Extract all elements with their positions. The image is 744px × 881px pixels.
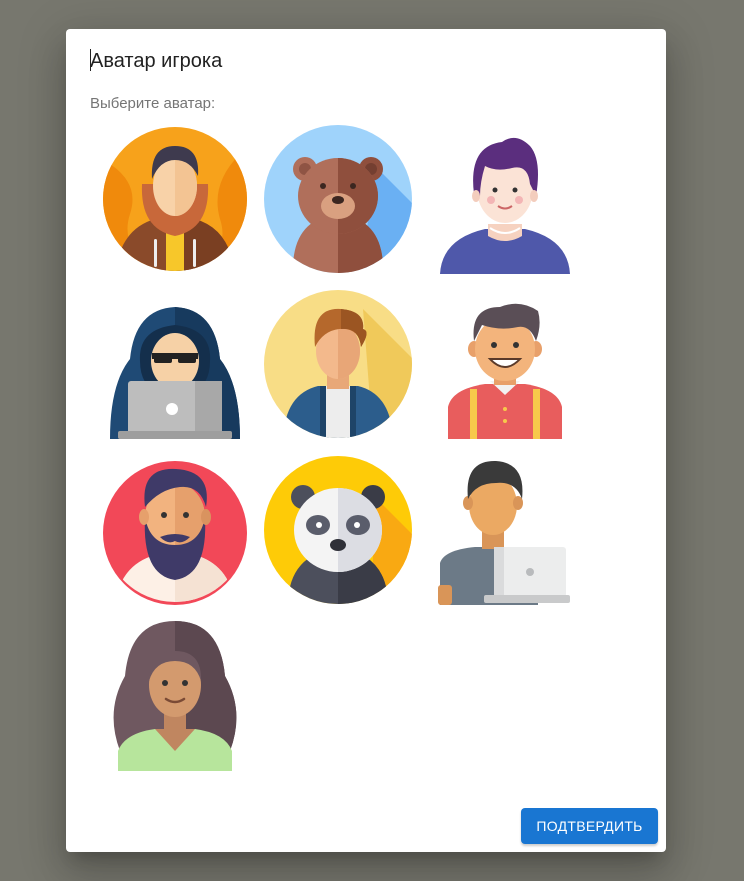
avatar-option-3[interactable]	[430, 124, 580, 274]
avatar-option-4[interactable]	[100, 289, 250, 439]
avatar-option-6[interactable]	[430, 289, 580, 439]
avatar-dialog: Аватар игрока Выберите аватар: ПОДТВЕРДИ…	[66, 29, 666, 852]
avatar-option-7[interactable]	[100, 455, 250, 605]
dialog-title-wrap: Аватар игрока	[90, 49, 222, 73]
avatar-option-1[interactable]	[100, 124, 250, 274]
purple-hair-person-avatar-icon	[440, 137, 570, 274]
confirm-button[interactable]: ПОДТВЕРДИТЬ	[521, 808, 658, 844]
dialog-subtitle: Выберите аватар:	[90, 95, 216, 112]
long-hair-woman-avatar-icon	[113, 621, 237, 771]
man-hoodie-avatar-icon	[103, 127, 247, 271]
hacker-laptop-avatar-icon	[110, 307, 240, 439]
avatar-option-2[interactable]	[263, 124, 413, 274]
avatar-option-8[interactable]	[263, 455, 413, 605]
smiling-man-suspenders-avatar-icon	[448, 303, 562, 439]
man-laptop-avatar-icon	[438, 460, 570, 605]
young-man-jacket-avatar-icon	[264, 290, 412, 438]
bear-avatar-icon	[264, 125, 412, 273]
bearded-man-avatar-icon	[103, 461, 247, 605]
dialog-title: Аватар игрока	[90, 50, 223, 72]
avatar-option-9[interactable]	[430, 455, 580, 605]
panda-avatar-icon	[264, 456, 412, 604]
avatar-option-5[interactable]	[263, 289, 413, 439]
avatar-option-10[interactable]	[100, 621, 250, 771]
